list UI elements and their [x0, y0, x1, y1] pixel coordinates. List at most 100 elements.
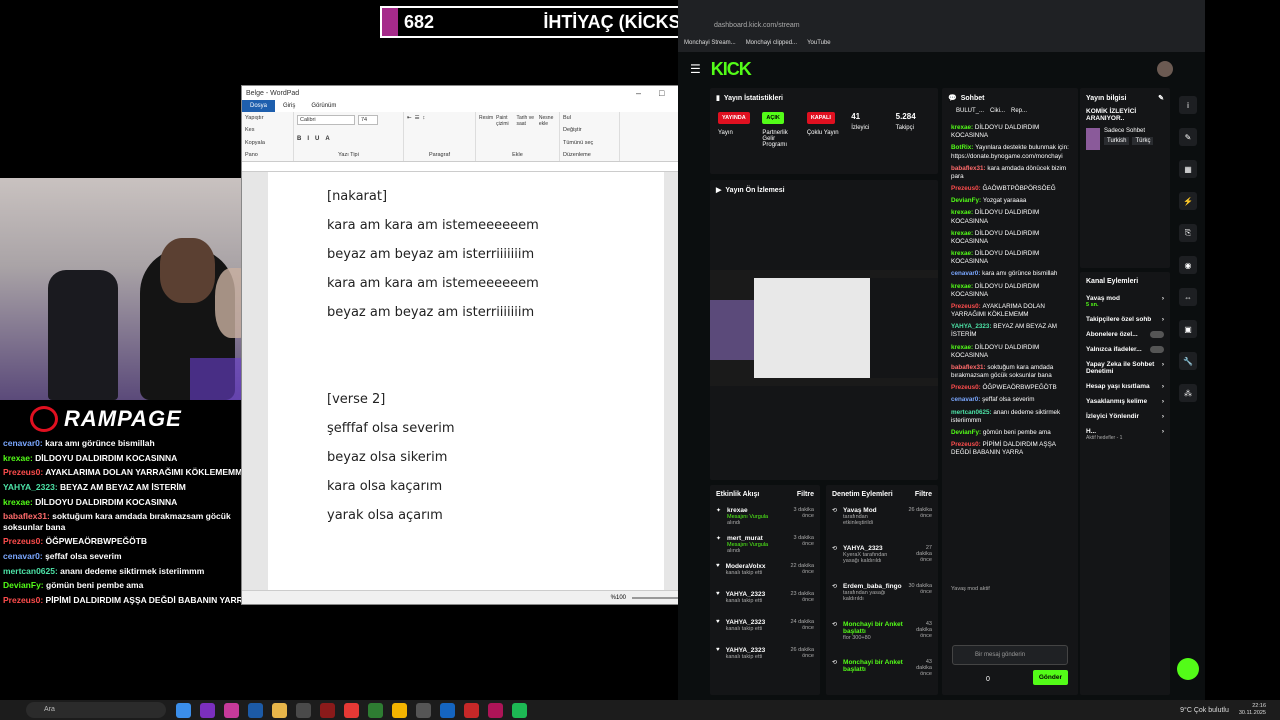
wordpad-titlebar[interactable]: Belge - WordPad – □ ✕	[242, 86, 698, 100]
info-icon[interactable]: i	[1179, 96, 1197, 114]
tab-file[interactable]: Dosya	[242, 100, 276, 112]
category-thumbnail[interactable]	[1086, 128, 1100, 150]
send-button[interactable]: Gönder	[1032, 670, 1068, 685]
weather-widget[interactable]: 9°C Çok bulutlu	[1180, 707, 1229, 714]
font-color-icon[interactable]: A	[325, 136, 329, 142]
chat-username[interactable]: Prezeus0:	[951, 303, 983, 310]
support-icon[interactable]	[1177, 658, 1199, 680]
filter-button[interactable]: Filtre	[797, 491, 814, 498]
layout-icon[interactable]: ▣	[1179, 320, 1197, 338]
activity-item[interactable]: ♥ YAHYA_2323 kanalı takip etti 26 dakika ön…	[710, 644, 820, 672]
wordpad-icon[interactable]	[296, 702, 311, 718]
chat-username[interactable]: DevianFy:	[951, 197, 983, 204]
minimize-icon[interactable]: –	[636, 88, 641, 99]
activity-item[interactable]: ✦ krexae Mesajını Vurgula alındı 3 dakika ön…	[710, 504, 820, 532]
folder-icon[interactable]	[272, 702, 287, 718]
tab-view[interactable]: Görünüm	[303, 103, 344, 109]
category-name[interactable]: Sadece Sohbet	[1104, 128, 1153, 134]
channel-action-item[interactable]: Takipçilere özel sohb ›	[1080, 312, 1170, 327]
underline-icon[interactable]: U	[315, 136, 319, 142]
menu-icon[interactable]: ☰	[690, 62, 701, 76]
wordpad-window[interactable]: Belge - WordPad – □ ✕ Dosya Giriş Görünü…	[241, 85, 699, 605]
insert-object-button[interactable]: Nesne ekle	[539, 115, 556, 127]
chat-username[interactable]: babaflex31:	[951, 165, 987, 172]
chat-username[interactable]: krexae:	[951, 209, 975, 216]
top-user[interactable]: Ciki...	[990, 108, 1005, 114]
stats-icon[interactable]: ▦	[1179, 160, 1197, 178]
activity-item[interactable]: ✦ mert_murat Mesajını Vurgula alındı 3 dakik…	[710, 532, 820, 560]
paint-drawing-button[interactable]: Paint çizimi	[496, 115, 513, 127]
top-user[interactable]: Rep...	[1011, 108, 1027, 114]
font-size-select[interactable]: 74	[358, 115, 378, 125]
chat-input[interactable]: Bir mesaj gönderin	[952, 645, 1068, 665]
chat-username[interactable]: DevianFy:	[951, 429, 983, 436]
app-icon[interactable]	[176, 702, 191, 718]
toggle-switch[interactable]	[1150, 331, 1164, 338]
replace-button[interactable]: Değiştir	[563, 127, 616, 133]
bold-icon[interactable]: B	[297, 136, 301, 142]
chat-username[interactable]: BotRix:	[951, 144, 975, 151]
app-icon[interactable]	[320, 702, 335, 718]
app-icon[interactable]	[440, 702, 455, 718]
app-icon[interactable]	[344, 702, 359, 718]
chat-username[interactable]: cenavar0:	[951, 396, 982, 403]
channel-action-item[interactable]: Yalnızca ifadeler...	[1080, 342, 1170, 357]
toggle-switch[interactable]	[1150, 346, 1164, 353]
chevron-right-icon[interactable]: ›	[1162, 383, 1164, 390]
channel-action-item[interactable]: Abonelere özel...	[1080, 327, 1170, 342]
app-icon[interactable]	[488, 702, 503, 718]
channel-action-item[interactable]: Yasaklanmış kelime ›	[1080, 394, 1170, 409]
bookmark-item[interactable]: Monchayi Stream...	[684, 40, 736, 46]
chat-username[interactable]: krexae:	[951, 283, 975, 290]
app-icon[interactable]	[200, 702, 215, 718]
channel-action-item[interactable]: Yapay Zeka ile Sohbet Denetimi ›	[1080, 357, 1170, 379]
activity-item[interactable]: ♥ YAHYA_2323 kanalı takip etti 24 dakika ön…	[710, 616, 820, 644]
italic-icon[interactable]: I	[307, 136, 309, 142]
chat-username[interactable]: cenavar0:	[951, 270, 982, 277]
chat-username[interactable]: Prezeus0:	[951, 185, 983, 192]
channel-action-item[interactable]: Hesap yaşı kısıtlama ›	[1080, 379, 1170, 394]
filter-button[interactable]: Filtre	[915, 491, 932, 498]
tab-home[interactable]: Giriş	[275, 103, 303, 109]
activity-item[interactable]: ♥ YAHYA_2323 kanalı takip etti 23 dakika ön…	[710, 588, 820, 616]
maximize-icon[interactable]: □	[659, 88, 664, 99]
mod-action-item[interactable]: ⟲ Yavaş Mod tarafından etkinleştirildi 26 d…	[826, 504, 938, 542]
paste-button[interactable]: Yapıştır	[245, 115, 290, 121]
date-time-button[interactable]: Tarih ve saat	[516, 115, 535, 127]
mod-action-item[interactable]: ⟲ Monchayi bir Anket başlattı 43 dakika ön…	[826, 656, 938, 694]
bookmark-item[interactable]: Monchayi clipped...	[746, 40, 797, 46]
chat-icon[interactable]: ◉	[1179, 256, 1197, 274]
address-bar[interactable]: dashboard.kick.com/stream	[714, 22, 800, 29]
app-icon[interactable]	[248, 702, 263, 718]
chat-username[interactable]: babaflex31:	[951, 364, 987, 371]
chat-username[interactable]: krexae:	[951, 344, 975, 351]
activity-item[interactable]: ♥ ModeraVolxx kanalı takip etti 22 dakika ö…	[710, 560, 820, 588]
chevron-right-icon[interactable]: ›	[1162, 361, 1164, 375]
copy-icon[interactable]: ⎘	[1179, 224, 1197, 242]
app-icon[interactable]	[464, 702, 479, 718]
lightning-icon[interactable]: ⚡	[1179, 192, 1197, 210]
bookmark-item[interactable]: YouTube	[807, 40, 831, 46]
chrome-icon[interactable]	[392, 702, 407, 718]
select-all-button[interactable]: Tümünü seç	[563, 140, 616, 146]
chat-username[interactable]: krexae:	[951, 230, 975, 237]
mod-action-item[interactable]: ⟲ Erdem_baba_fingo tarafından yasağı kaldı…	[826, 580, 938, 618]
chevron-right-icon[interactable]: ›	[1162, 413, 1164, 420]
edit-icon[interactable]: ✎	[1179, 128, 1197, 146]
taskbar-search[interactable]: Ara	[26, 702, 166, 718]
cut-button[interactable]: Kes	[245, 127, 290, 133]
spotify-icon[interactable]	[512, 702, 527, 718]
chevron-right-icon[interactable]: ›	[1162, 428, 1164, 441]
expand-icon[interactable]: ⇔	[1179, 288, 1197, 306]
ruler[interactable]	[242, 162, 698, 172]
font-family-select[interactable]: Calibri	[297, 115, 355, 125]
channel-action-item[interactable]: Yavaş mod 5 sn. ›	[1080, 291, 1170, 312]
line-spacing-icon[interactable]: ↕	[423, 115, 426, 121]
chevron-right-icon[interactable]: ›	[1162, 295, 1164, 308]
chat-username[interactable]: YAHYA_2323:	[951, 323, 993, 330]
chat-username[interactable]: Prezeus0:	[951, 441, 983, 448]
channel-action-item[interactable]: İzleyici Yönlendir ›	[1080, 409, 1170, 424]
list-icon[interactable]: ☰	[415, 115, 420, 121]
app-icon[interactable]	[368, 702, 383, 718]
apps-icon[interactable]: ⁂	[1179, 384, 1197, 402]
